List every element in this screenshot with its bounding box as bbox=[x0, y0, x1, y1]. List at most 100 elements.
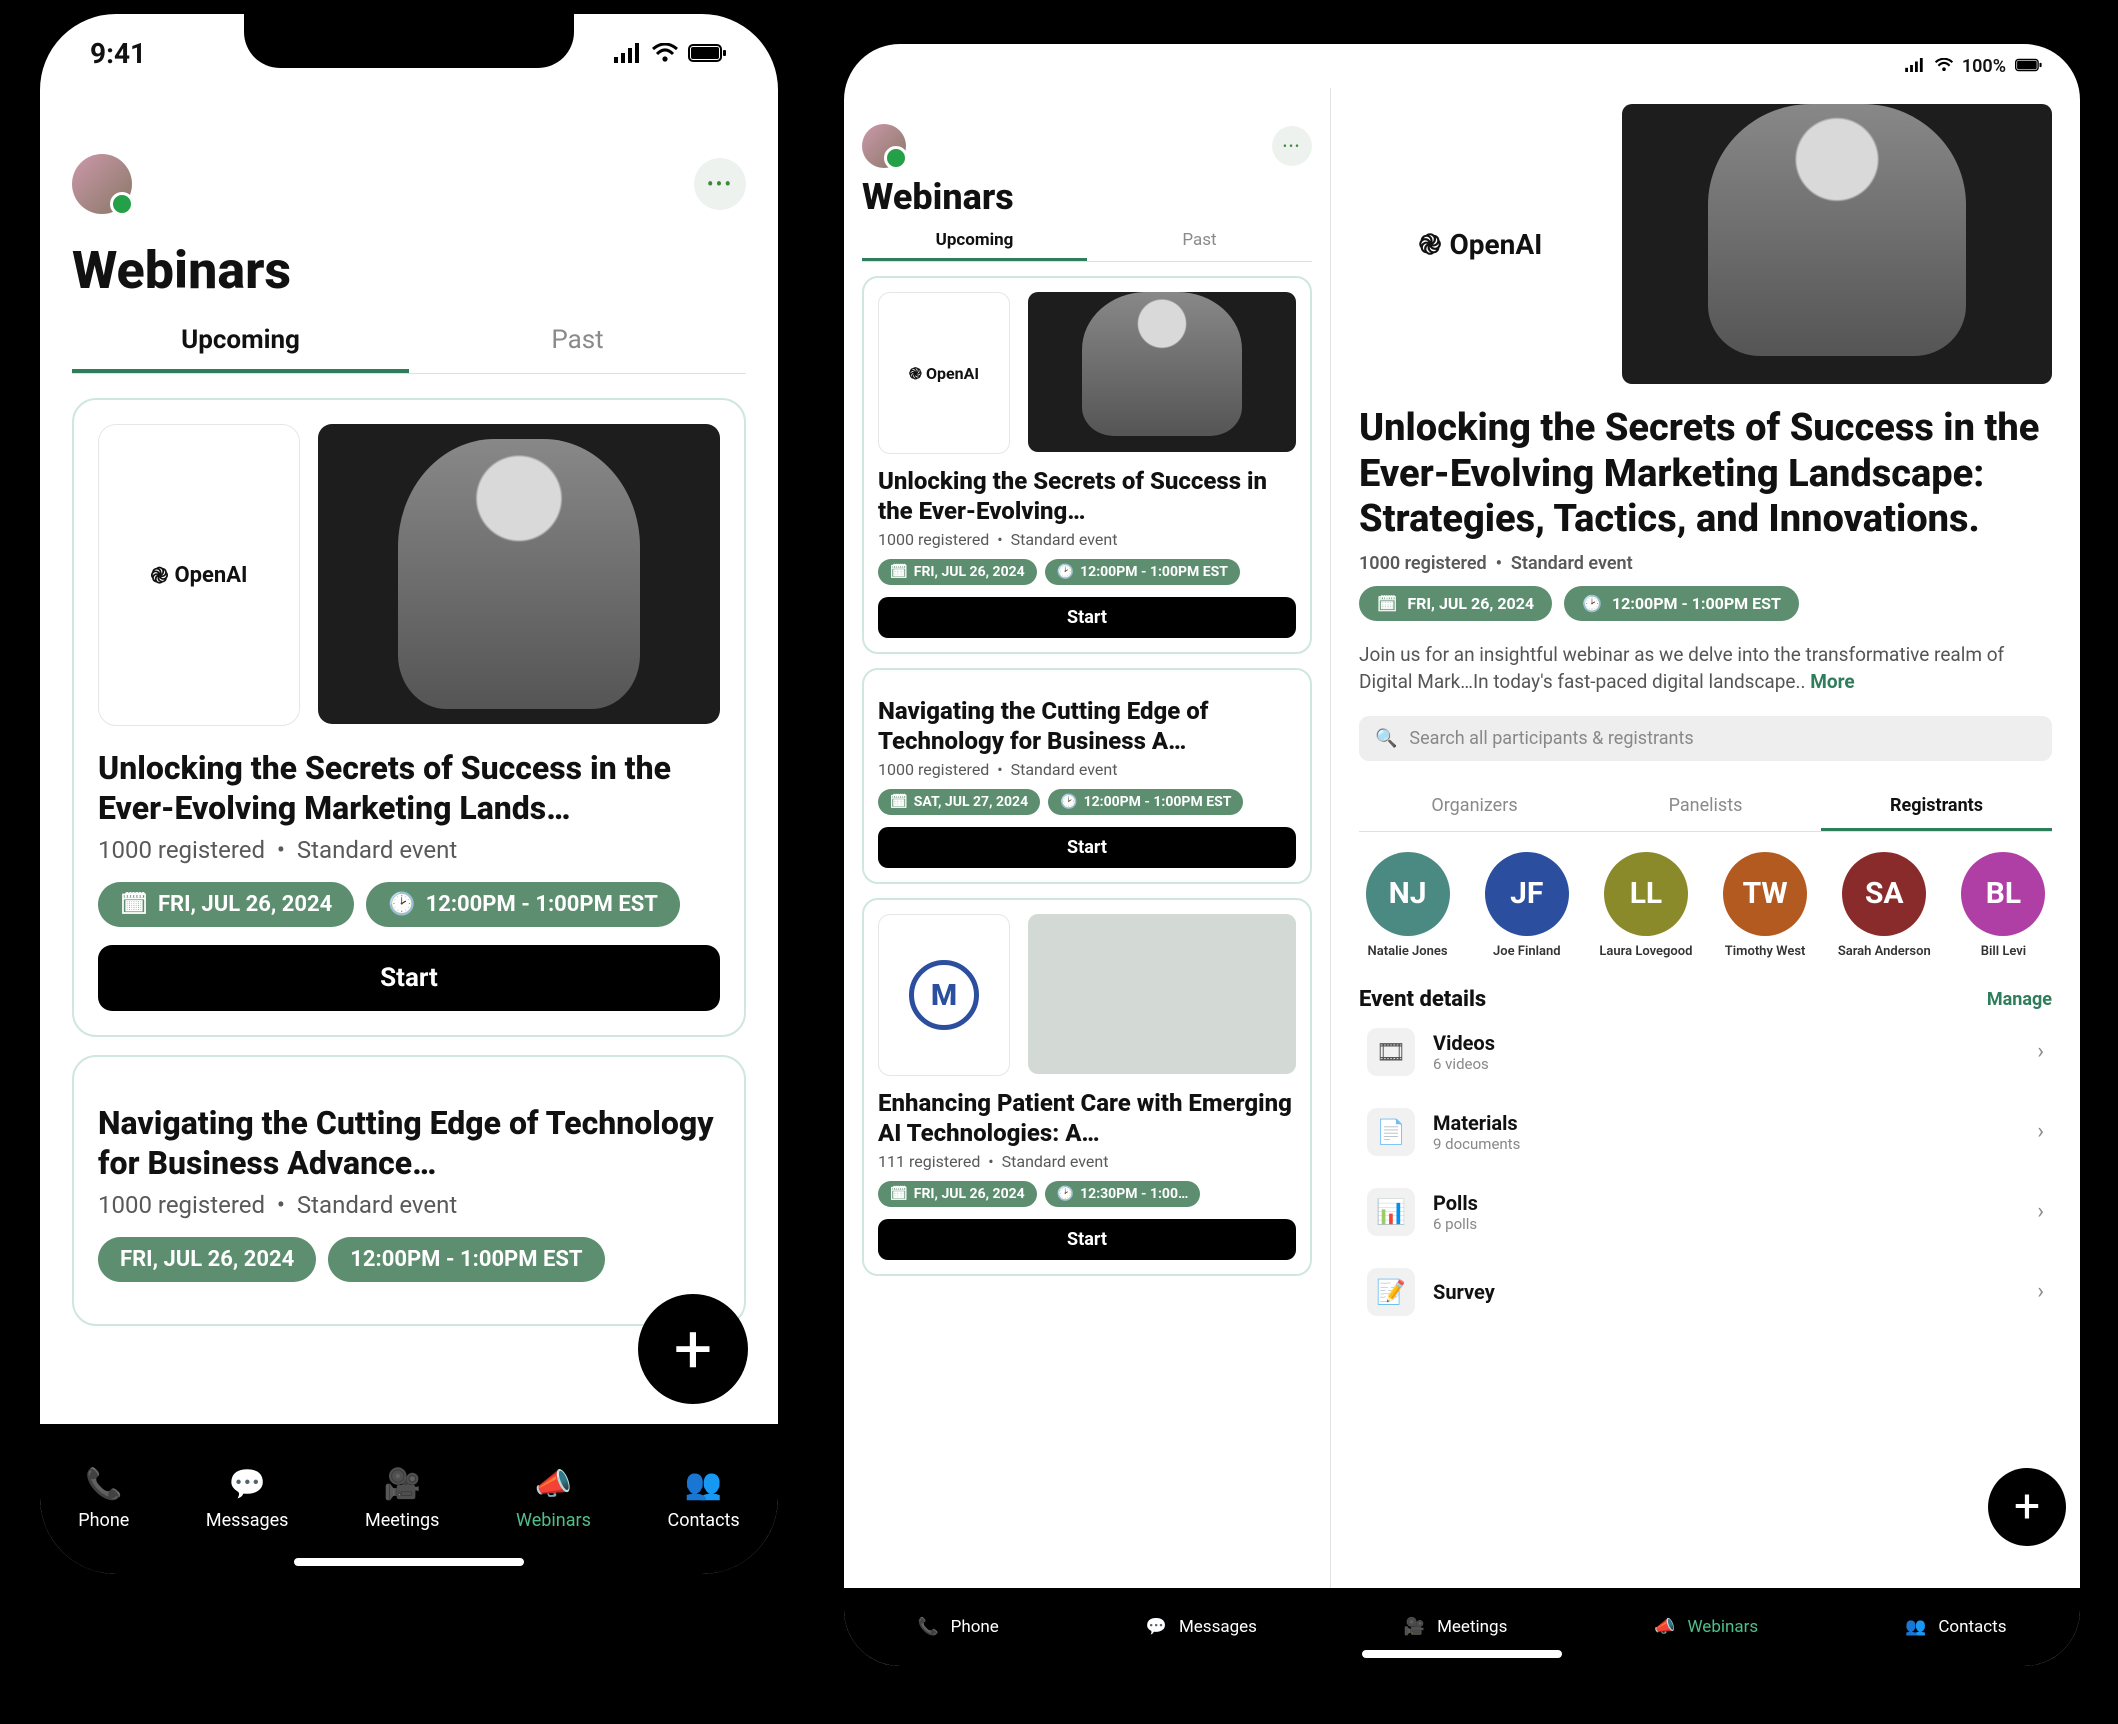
presence-dot bbox=[884, 146, 908, 170]
calendar-icon: 🗓 bbox=[890, 564, 908, 580]
more-button[interactable]: ••• bbox=[1272, 126, 1312, 166]
description: Join us for an insightful webinar as we … bbox=[1359, 641, 2052, 696]
contacts-icon: 👥 bbox=[1905, 1617, 1926, 1637]
chevron-right-icon: › bbox=[2037, 1039, 2044, 1064]
bottom-nav: 📞Phone 💬Messages 🎥Meetings 📣Webinars 👥Co… bbox=[40, 1424, 778, 1574]
event-detail-item[interactable]: 📊Polls6 polls› bbox=[1359, 1172, 2052, 1252]
time-pill: 12:00PM - 1:00PM EST bbox=[328, 1237, 604, 1282]
battery-percent: 100% bbox=[1962, 56, 2006, 77]
event-detail-item[interactable]: 📄Materials9 documents› bbox=[1359, 1092, 2052, 1172]
webinar-card[interactable]: ֎OpenAI Unlocking the Secrets of Success… bbox=[72, 398, 746, 1037]
time-pill: 🕑12:00PM - 1:00PM EST bbox=[1564, 586, 1799, 621]
video-icon: 🎥 bbox=[384, 1467, 421, 1502]
thumbnail-image bbox=[1622, 104, 2052, 384]
registrant[interactable]: SA Sarah Anderson bbox=[1836, 852, 1933, 959]
brand-logo: ֎OpenAI bbox=[1359, 104, 1602, 384]
manage-link[interactable]: Manage bbox=[1987, 989, 2052, 1010]
brand-logo: M bbox=[878, 914, 1010, 1076]
battery-icon bbox=[688, 37, 728, 70]
nav-messages[interactable]: 💬Messages bbox=[1146, 1617, 1257, 1637]
card-meta: 1000 registered • Standard event bbox=[98, 836, 720, 864]
registrant-name: Sarah Anderson bbox=[1838, 944, 1931, 959]
time-pill: 🕑12:00PM - 1:00PM EST bbox=[1045, 559, 1240, 585]
phone-frame: 9:41 ••• Webinars Upcoming Past bbox=[36, 10, 782, 1578]
chevron-right-icon: › bbox=[2037, 1119, 2044, 1144]
registrant[interactable]: NJNatalie Jones bbox=[1359, 852, 1456, 959]
page-title: Webinars bbox=[72, 240, 746, 301]
event-detail-item[interactable]: 📝Survey› bbox=[1359, 1252, 2052, 1332]
item-title: Videos bbox=[1433, 1031, 2019, 1055]
tab-upcoming[interactable]: Upcoming bbox=[72, 311, 409, 373]
webinar-card[interactable]: M Enhancing Patient Care with Emerging A… bbox=[862, 898, 1312, 1276]
cellular-icon bbox=[1904, 56, 1926, 77]
clock-icon: 🕑 bbox=[1057, 1186, 1074, 1202]
chevron-right-icon: › bbox=[2037, 1279, 2044, 1304]
webinar-card[interactable]: Navigating the Cutting Edge of Technolog… bbox=[72, 1055, 746, 1326]
detail-meta: 1000 registered • Standard event bbox=[1359, 553, 2052, 574]
registrant-name: Laura Lovegood bbox=[1599, 944, 1692, 959]
registrant-name: Joe Finland bbox=[1493, 944, 1561, 959]
nav-contacts[interactable]: 👥Contacts bbox=[1905, 1617, 2006, 1637]
card-meta: 1000 registered • Standard event bbox=[878, 530, 1296, 549]
nav-meetings[interactable]: 🎥Meetings bbox=[1404, 1617, 1507, 1637]
tab-panelists[interactable]: Panelists bbox=[1590, 783, 1821, 831]
clock-icon: 🕑 bbox=[388, 892, 415, 917]
search-input[interactable]: 🔍 Search all participants & registrants bbox=[1359, 716, 2052, 761]
presence-dot bbox=[110, 192, 134, 216]
tab-past[interactable]: Past bbox=[1087, 222, 1312, 261]
tab-registrants[interactable]: Registrants bbox=[1821, 783, 2052, 831]
more-link[interactable]: More bbox=[1810, 670, 1854, 693]
nav-webinars[interactable]: 📣Webinars bbox=[1654, 1617, 1758, 1637]
avatar-initials: SA bbox=[1842, 852, 1926, 936]
contacts-icon: 👥 bbox=[685, 1467, 722, 1502]
start-button[interactable]: Start bbox=[878, 597, 1296, 638]
search-placeholder: Search all participants & registrants bbox=[1409, 728, 1693, 749]
more-button[interactable]: ••• bbox=[694, 158, 746, 210]
user-avatar[interactable] bbox=[72, 154, 132, 214]
registrant[interactable]: TWTimothy West bbox=[1717, 852, 1814, 959]
tab-upcoming[interactable]: Upcoming bbox=[862, 222, 1087, 261]
nav-contacts[interactable]: 👥Contacts bbox=[667, 1467, 739, 1531]
nav-messages[interactable]: 💬Messages bbox=[206, 1467, 289, 1531]
registrant[interactable]: JFJoe Finland bbox=[1478, 852, 1575, 959]
card-title: Enhancing Patient Care with Emerging AI … bbox=[878, 1088, 1296, 1148]
item-title: Polls bbox=[1433, 1191, 2019, 1215]
start-button[interactable]: Start bbox=[878, 1219, 1296, 1260]
card-meta: 1000 registered • Standard event bbox=[878, 760, 1296, 779]
detail-title: Unlocking the Secrets of Success in the … bbox=[1359, 406, 2052, 543]
item-subtitle: 6 polls bbox=[1433, 1215, 2019, 1233]
brand-logo: ֎OpenAI bbox=[878, 292, 1010, 454]
webinar-card[interactable]: ֎OpenAI Unlocking the Secrets of Success… bbox=[862, 276, 1312, 654]
date-pill: 🗓FRI, JUL 26, 2024 bbox=[1359, 586, 1552, 621]
webinar-card[interactable]: Navigating the Cutting Edge of Technolog… bbox=[862, 668, 1312, 884]
item-title: Survey bbox=[1433, 1280, 2019, 1304]
nav-meetings[interactable]: 🎥Meetings bbox=[365, 1467, 439, 1531]
nav-phone[interactable]: 📞Phone bbox=[78, 1467, 129, 1531]
start-button[interactable]: Start bbox=[98, 945, 720, 1011]
event-detail-item[interactable]: 🎞Videos6 videos› bbox=[1359, 1012, 2052, 1092]
nav-webinars[interactable]: 📣Webinars bbox=[516, 1467, 591, 1531]
status-icons bbox=[614, 37, 728, 70]
avatar-initials: LL bbox=[1604, 852, 1688, 936]
time-pill: 🕑12:00PM - 1:00PM EST bbox=[1048, 789, 1243, 815]
item-subtitle: 9 documents bbox=[1433, 1135, 2019, 1153]
user-avatar[interactable] bbox=[862, 124, 906, 168]
phone-icon: 📞 bbox=[917, 1617, 938, 1637]
wifi-icon bbox=[652, 37, 678, 70]
registrant[interactable]: BLBill Levi bbox=[1955, 852, 2052, 959]
thumbnail-image bbox=[1028, 914, 1296, 1074]
tab-past[interactable]: Past bbox=[409, 311, 746, 373]
start-button[interactable]: Start bbox=[878, 827, 1296, 868]
clock-icon: 🕑 bbox=[1060, 794, 1077, 810]
registrant[interactable]: LL Laura Lovegood bbox=[1597, 852, 1694, 959]
cellular-icon bbox=[614, 37, 642, 70]
wifi-icon bbox=[1934, 56, 1954, 77]
add-button[interactable]: + bbox=[638, 1294, 748, 1404]
phone-notch bbox=[244, 10, 574, 68]
battery-icon bbox=[2014, 56, 2044, 77]
nav-phone[interactable]: 📞Phone bbox=[917, 1617, 998, 1637]
item-title: Materials bbox=[1433, 1111, 2019, 1135]
tab-organizers[interactable]: Organizers bbox=[1359, 783, 1590, 831]
registrants-row[interactable]: NJNatalie JonesJFJoe Finland LL Laura Love… bbox=[1359, 852, 2052, 959]
date-pill: 🗓SAT, JUL 27, 2024 bbox=[878, 789, 1040, 815]
